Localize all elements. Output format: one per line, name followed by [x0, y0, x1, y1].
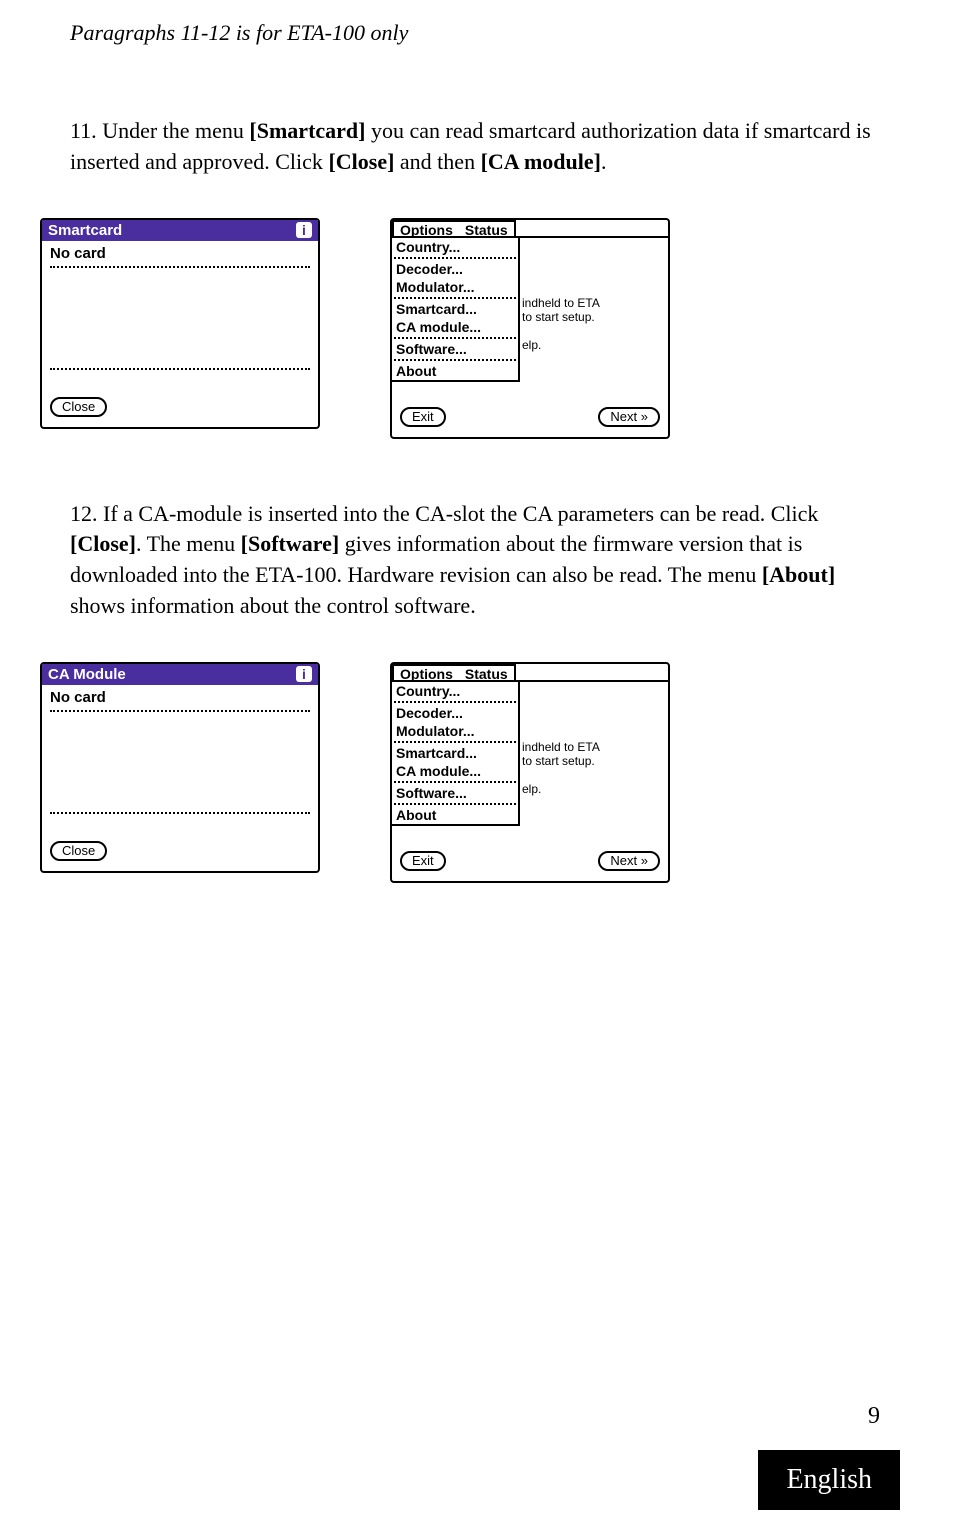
menu-item-decoder[interactable]: Decoder... — [392, 704, 518, 722]
menu-item-country[interactable]: Country... — [392, 682, 518, 700]
menu-ref: [Close] — [328, 149, 394, 174]
device-title: CA Module — [48, 666, 126, 683]
device-body: No card — [42, 241, 318, 391]
device-footer: Close — [42, 391, 318, 427]
menu-item-smartcard[interactable]: Smartcard... — [392, 744, 518, 762]
options-menu: Country... Decoder... Modulator... Smart… — [390, 680, 520, 826]
divider — [394, 781, 516, 783]
divider — [394, 741, 516, 743]
bg-text: elp. — [522, 338, 541, 352]
body-text: No card — [50, 689, 310, 706]
device-title: Smartcard — [48, 222, 122, 239]
divider — [394, 701, 516, 703]
next-button[interactable]: Next » — [598, 851, 660, 871]
menu-ref: [Close] — [70, 531, 136, 556]
options-menu: Country... Decoder... Modulator... Smart… — [390, 236, 520, 382]
info-icon: i — [296, 666, 312, 682]
para-text: If a CA-module is inserted into the CA-s… — [98, 501, 819, 526]
paragraph-12: 12. If a CA-module is inserted into the … — [70, 499, 890, 622]
menu-item-modulator[interactable]: Modulator... — [392, 722, 518, 740]
screenshot-row-2: CA Module i No card Close Options Status… — [40, 662, 890, 883]
para-text: and then — [394, 149, 480, 174]
next-button[interactable]: Next » — [598, 407, 660, 427]
header-note: Paragraphs 11-12 is for ETA-100 only — [70, 20, 890, 46]
menu-item-modulator[interactable]: Modulator... — [392, 278, 518, 296]
menu-item-about[interactable]: About — [392, 806, 518, 824]
paragraph-11: 11. Under the menu [Smartcard] you can r… — [70, 116, 890, 178]
divider — [50, 812, 310, 814]
divider — [394, 337, 516, 339]
divider — [394, 803, 516, 805]
device-body: Country... Decoder... Modulator... Smart… — [392, 236, 668, 401]
menu-ref: [Software] — [241, 531, 340, 556]
close-button[interactable]: Close — [50, 841, 107, 861]
menu-item-camodule[interactable]: CA module... — [392, 318, 518, 336]
para-text: Under the menu — [97, 118, 250, 143]
menu-item-country[interactable]: Country... — [392, 238, 518, 256]
device-body: No card — [42, 685, 318, 835]
device-footer: Exit Next » — [392, 401, 668, 437]
menu-item-software[interactable]: Software... — [392, 784, 518, 802]
divider — [394, 359, 516, 361]
device-footer: Close — [42, 835, 318, 871]
menu-ref: [Smartcard] — [249, 118, 365, 143]
menu-item-smartcard[interactable]: Smartcard... — [392, 300, 518, 318]
exit-button[interactable]: Exit — [400, 851, 446, 871]
close-button[interactable]: Close — [50, 397, 107, 417]
device-camodule: CA Module i No card Close — [40, 662, 320, 873]
language-label: English — [758, 1450, 900, 1510]
para-text: . — [601, 149, 607, 174]
page-number: 9 — [868, 1403, 880, 1430]
para-num: 11. — [70, 118, 97, 143]
bg-text: indheld to ETA — [522, 740, 600, 754]
para-text: . The menu — [136, 531, 241, 556]
device-smartcard: Smartcard i No card Close — [40, 218, 320, 429]
para-text: shows information about the control soft… — [70, 593, 476, 618]
divider — [50, 266, 310, 268]
device-titlebar: CA Module i — [42, 664, 318, 685]
device-titlebar: Smartcard i — [42, 220, 318, 241]
device-options: Options Status Country... Decoder... Mod… — [390, 218, 670, 439]
device-footer: Exit Next » — [392, 845, 668, 881]
bg-text: elp. — [522, 782, 541, 796]
menu-item-about[interactable]: About — [392, 362, 518, 380]
device-body: Country... Decoder... Modulator... Smart… — [392, 680, 668, 845]
menu-item-software[interactable]: Software... — [392, 340, 518, 358]
bg-text: indheld to ETA — [522, 296, 600, 310]
exit-button[interactable]: Exit — [400, 407, 446, 427]
device-options: Options Status Country... Decoder... Mod… — [390, 662, 670, 883]
bg-text: to start setup. — [522, 754, 595, 768]
divider — [50, 368, 310, 370]
body-text: No card — [50, 245, 310, 262]
divider — [50, 710, 310, 712]
menu-item-camodule[interactable]: CA module... — [392, 762, 518, 780]
divider — [394, 297, 516, 299]
menu-ref: [CA module] — [481, 149, 601, 174]
menu-ref: [About] — [762, 562, 835, 587]
bg-text: to start setup. — [522, 310, 595, 324]
screenshot-row-1: Smartcard i No card Close Options Status… — [40, 218, 890, 439]
para-num: 12. — [70, 501, 98, 526]
menu-item-decoder[interactable]: Decoder... — [392, 260, 518, 278]
divider — [394, 257, 516, 259]
info-icon: i — [296, 222, 312, 238]
